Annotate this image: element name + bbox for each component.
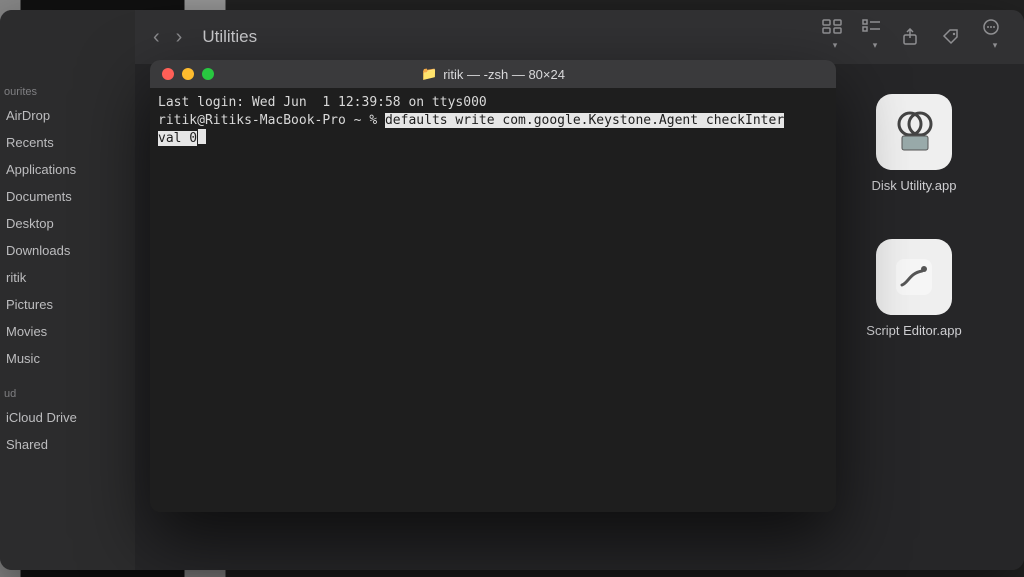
more-button[interactable]: ▾ xyxy=(982,19,1006,55)
sidebar-item-documents[interactable]: Documents xyxy=(0,183,135,210)
finder-title: Utilities xyxy=(202,27,257,47)
terminal-titlebar[interactable]: 📁 ritik — -zsh — 80×24 xyxy=(150,60,836,88)
sidebar-item-applications[interactable]: Applications xyxy=(0,156,135,183)
sidebar-item-icloud-drive[interactable]: iCloud Drive xyxy=(0,404,135,431)
forward-button[interactable]: › xyxy=(176,26,183,49)
terminal-command-part1: defaults write com.google.Keystone.Agent… xyxy=(385,113,784,128)
sidebar-item-airdrop[interactable]: AirDrop xyxy=(0,102,135,129)
tags-button[interactable] xyxy=(942,28,966,46)
sidebar-item-desktop[interactable]: Desktop xyxy=(0,210,135,237)
group-button[interactable]: ▾ xyxy=(862,19,886,55)
terminal-window: 📁 ritik — -zsh — 80×24 Last login: Wed J… xyxy=(150,60,836,512)
app-caption: Disk Utility.app xyxy=(839,178,989,194)
script-editor-icon xyxy=(876,239,952,315)
sidebar-item-recents[interactable]: Recents xyxy=(0,129,135,156)
view-mode-button[interactable]: ▾ xyxy=(822,19,846,55)
disk-utility-icon xyxy=(876,94,952,170)
terminal-command-part2: val 0 xyxy=(158,131,197,146)
sidebar-item-shared[interactable]: Shared xyxy=(0,431,135,458)
terminal-title: 📁 ritik — -zsh — 80×24 xyxy=(150,66,836,82)
app-caption: Script Editor.app xyxy=(839,323,989,339)
sidebar-item-pictures[interactable]: Pictures xyxy=(0,291,135,318)
sidebar-item-movies[interactable]: Movies xyxy=(0,318,135,345)
sidebar-section-icloud: ud xyxy=(0,372,135,404)
sidebar-item-music[interactable]: Music xyxy=(0,345,135,372)
back-button[interactable]: ‹ xyxy=(153,26,160,49)
app-item-disk-utility[interactable]: Disk Utility.app xyxy=(839,94,989,211)
app-item-script-editor[interactable]: Script Editor.app xyxy=(839,239,989,339)
terminal-body[interactable]: Last login: Wed Jun 1 12:39:58 on ttys00… xyxy=(150,88,836,512)
sidebar-item-ritik[interactable]: ritik xyxy=(0,264,135,291)
terminal-cursor xyxy=(198,129,206,144)
sidebar-item-downloads[interactable]: Downloads xyxy=(0,237,135,264)
share-button[interactable] xyxy=(902,28,926,46)
terminal-prompt: ritik@Ritiks-MacBook-Pro ~ % xyxy=(158,113,385,128)
terminal-last-login: Last login: Wed Jun 1 12:39:58 on ttys00… xyxy=(158,95,487,110)
sidebar-section-favourites: ourites xyxy=(0,70,135,102)
finder-sidebar: ourites AirDrop Recents Applications Doc… xyxy=(0,10,135,570)
folder-icon: 📁 xyxy=(421,66,437,82)
finder-toolbar: ‹ › Utilities ▾ ▾ ▾ xyxy=(135,10,1024,64)
